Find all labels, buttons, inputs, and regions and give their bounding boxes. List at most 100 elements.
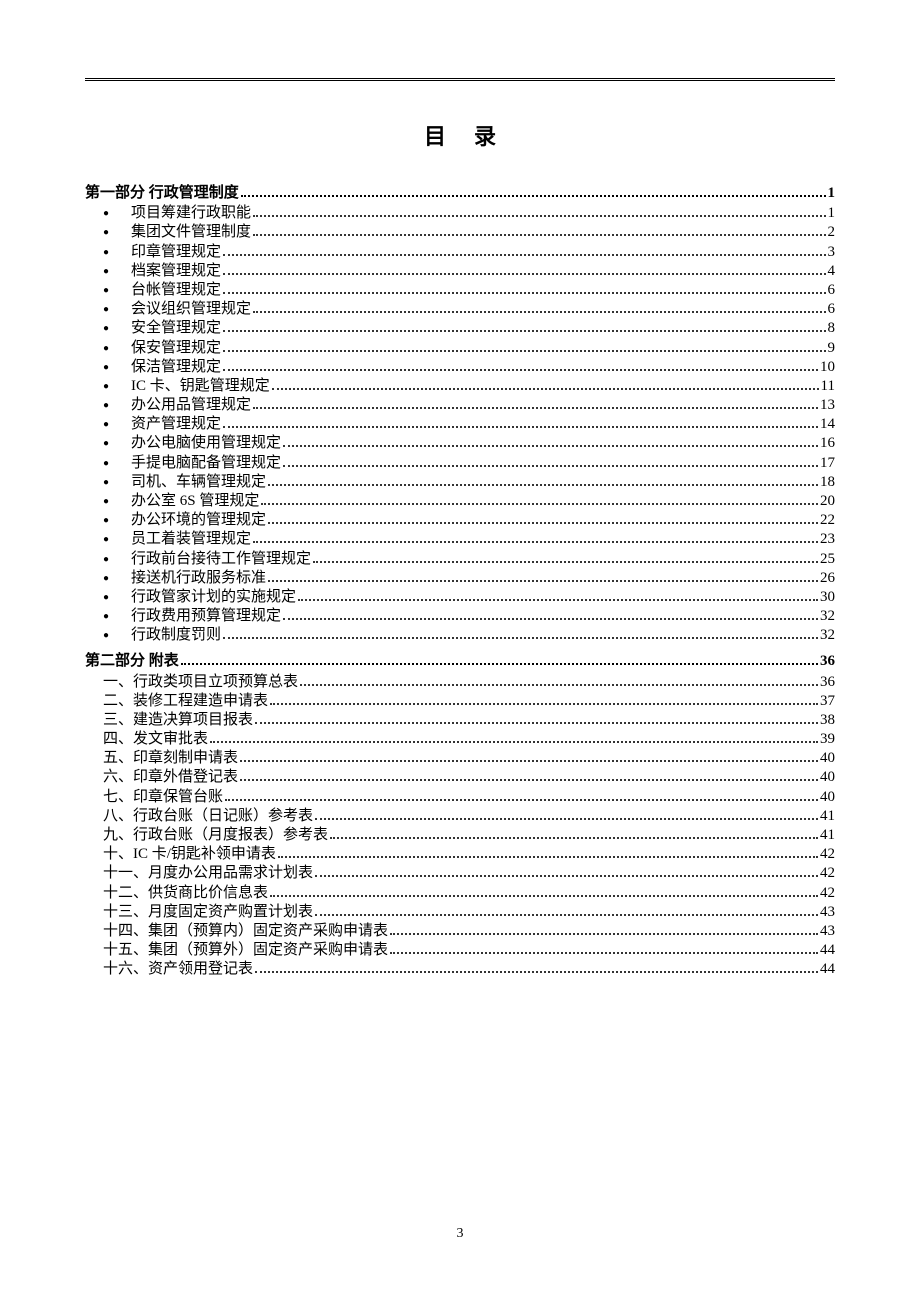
toc-section-label: 第二部分 附表 bbox=[85, 649, 179, 670]
toc-leader-dots bbox=[223, 254, 825, 256]
toc-item-page: 38 bbox=[820, 713, 835, 728]
toc-line: ●档案管理规定4 bbox=[85, 264, 835, 279]
toc-leader-dots bbox=[255, 971, 818, 973]
toc-item-label: 十六、资产领用登记表 bbox=[103, 962, 253, 977]
toc-line: ●办公室 6S 管理规定20 bbox=[85, 494, 835, 509]
toc-item-page: 37 bbox=[820, 694, 835, 709]
toc-leader-dots bbox=[241, 195, 826, 197]
toc-item-page: 41 bbox=[820, 809, 835, 824]
toc-item-page: 32 bbox=[820, 628, 835, 643]
toc-leader-dots bbox=[278, 856, 818, 858]
toc-item-label: 四、发文审批表 bbox=[103, 732, 208, 747]
toc-item-label: 印章管理规定 bbox=[131, 245, 221, 260]
toc-line: ●安全管理规定8 bbox=[85, 321, 835, 336]
toc-item-label: 行政前台接待工作管理规定 bbox=[131, 552, 311, 567]
toc-line: ●行政制度罚则32 bbox=[85, 628, 835, 643]
toc-leader-dots bbox=[223, 637, 818, 639]
toc-leader-dots bbox=[283, 465, 818, 467]
toc-item-label: 九、行政台账（月度报表）参考表 bbox=[103, 828, 328, 843]
toc-line: ●项目筹建行政职能1 bbox=[85, 206, 835, 221]
toc-leader-dots bbox=[253, 407, 818, 409]
toc-item-page: 8 bbox=[828, 321, 836, 336]
bullet-icon: ● bbox=[103, 305, 131, 315]
bullet-icon: ● bbox=[103, 612, 131, 622]
toc-line: 十五、集团（预算外）固定资产采购申请表44 bbox=[85, 943, 835, 958]
toc-leader-dots bbox=[330, 837, 818, 839]
toc-item-page: 42 bbox=[820, 886, 835, 901]
bullet-icon: ● bbox=[103, 420, 131, 430]
toc-leader-dots bbox=[283, 445, 818, 447]
toc-line: 十三、月度固定资产购置计划表43 bbox=[85, 905, 835, 920]
toc-line: 六、印章外借登记表40 bbox=[85, 770, 835, 785]
toc-item-page: 6 bbox=[828, 283, 836, 298]
toc-item-label: 行政管家计划的实施规定 bbox=[131, 590, 296, 605]
toc-item-page: 14 bbox=[820, 417, 835, 432]
toc-title: 目录 bbox=[85, 119, 835, 151]
toc-item-label: 员工着装管理规定 bbox=[131, 532, 251, 547]
toc-item-page: 42 bbox=[820, 866, 835, 881]
bullet-icon: ● bbox=[103, 593, 131, 603]
toc-item-label: 办公用品管理规定 bbox=[131, 398, 251, 413]
toc-item-page: 6 bbox=[828, 302, 836, 317]
toc-item-label: 七、印章保管台账 bbox=[103, 790, 223, 805]
toc-line: ●手提电脑配备管理规定17 bbox=[85, 456, 835, 471]
toc-leader-dots bbox=[223, 369, 818, 371]
toc-section-page: 36 bbox=[820, 653, 835, 670]
toc-item-label: 十二、供货商比价信息表 bbox=[103, 886, 268, 901]
toc-line: ●集团文件管理制度2 bbox=[85, 225, 835, 240]
toc-leader-dots bbox=[272, 388, 819, 390]
toc-item-page: 1 bbox=[828, 206, 836, 221]
toc-leader-dots bbox=[253, 215, 825, 217]
bullet-icon: ● bbox=[103, 535, 131, 545]
bullet-icon: ● bbox=[103, 401, 131, 411]
toc-leader-dots bbox=[390, 952, 818, 954]
toc-item-page: 17 bbox=[820, 456, 835, 471]
toc-item-page: 11 bbox=[821, 379, 835, 394]
toc-line: ●行政前台接待工作管理规定 25 bbox=[85, 552, 835, 567]
toc-item-label: 行政费用预算管理规定 bbox=[131, 609, 281, 624]
bullet-icon: ● bbox=[103, 555, 131, 565]
toc-item-label: 二、装修工程建造申请表 bbox=[103, 694, 268, 709]
toc-line: ●台帐管理规定6 bbox=[85, 283, 835, 298]
toc-item-page: 25 bbox=[820, 552, 835, 567]
toc-line: ●司机、车辆管理规定18 bbox=[85, 475, 835, 490]
toc-leader-dots bbox=[268, 522, 818, 524]
toc-leader-dots bbox=[253, 234, 825, 236]
toc-item-page: 44 bbox=[820, 943, 835, 958]
page-number: 3 bbox=[0, 1226, 920, 1242]
toc-item-label: 行政制度罚则 bbox=[131, 628, 221, 643]
toc-leader-dots bbox=[255, 722, 818, 724]
toc-line: ●资产管理规定14 bbox=[85, 417, 835, 432]
toc-line: 十、IC 卡/钥匙补领申请表42 bbox=[85, 847, 835, 862]
toc-line: ●办公电脑使用管理规定16 bbox=[85, 436, 835, 451]
toc-leader-dots bbox=[223, 350, 825, 352]
toc-line: 十六、资产领用登记表44 bbox=[85, 962, 835, 977]
toc-line: 三、建造决算项目报表38 bbox=[85, 713, 835, 728]
toc-item-page: 3 bbox=[828, 245, 836, 260]
toc-body: 第一部分 行政管理制度1●项目筹建行政职能1●集团文件管理制度2●印章管理规定3… bbox=[85, 181, 835, 977]
toc-item-page: 23 bbox=[820, 532, 835, 547]
bullet-icon: ● bbox=[103, 209, 131, 219]
toc-line: ●印章管理规定3 bbox=[85, 245, 835, 260]
toc-item-page: 4 bbox=[828, 264, 836, 279]
toc-line: ●保洁管理规定10 bbox=[85, 360, 835, 375]
toc-leader-dots bbox=[240, 760, 818, 762]
toc-leader-dots bbox=[223, 330, 825, 332]
toc-line: 九、行政台账（月度报表）参考表41 bbox=[85, 828, 835, 843]
toc-line: ●会议组织管理规定6 bbox=[85, 302, 835, 317]
toc-item-label: 五、印章刻制申请表 bbox=[103, 751, 238, 766]
toc-line: ●行政费用预算管理规定32 bbox=[85, 609, 835, 624]
toc-line: 二、装修工程建造申请表 37 bbox=[85, 694, 835, 709]
toc-line: ●接送机行政服务标准26 bbox=[85, 571, 835, 586]
toc-item-page: 30 bbox=[820, 590, 835, 605]
toc-line: ●保安管理规定9 bbox=[85, 341, 835, 356]
bullet-icon: ● bbox=[103, 497, 131, 507]
header-rule bbox=[85, 78, 835, 81]
bullet-icon: ● bbox=[103, 228, 131, 238]
bullet-icon: ● bbox=[103, 574, 131, 584]
toc-item-label: 安全管理规定 bbox=[131, 321, 221, 336]
toc-leader-dots bbox=[261, 503, 818, 505]
bullet-icon: ● bbox=[103, 363, 131, 373]
toc-leader-dots bbox=[225, 799, 818, 801]
toc-leader-dots bbox=[313, 561, 818, 563]
